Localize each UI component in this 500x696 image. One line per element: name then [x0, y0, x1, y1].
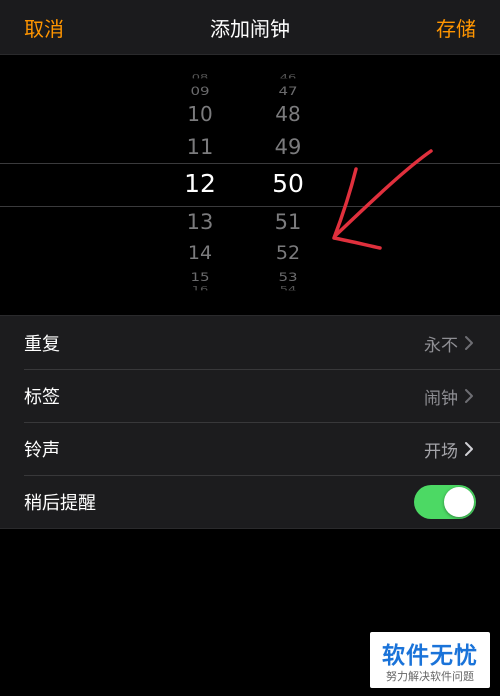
- selected-minute[interactable]: 50: [253, 169, 323, 198]
- snooze-toggle[interactable]: [414, 485, 476, 519]
- label-value: 闹钟: [424, 389, 458, 409]
- chevron-right-icon: [465, 336, 473, 350]
- hour-option[interactable]: 11: [165, 135, 235, 159]
- hour-option[interactable]: 16: [165, 286, 235, 291]
- minute-option[interactable]: 53: [253, 270, 323, 284]
- alarm-settings-list: 重复 永不 标签 闹钟 铃声 开场 稍后提醒: [0, 315, 500, 529]
- page-title: 添加闹钟: [210, 17, 290, 41]
- minute-option[interactable]: 46: [253, 74, 323, 79]
- watermark-logo: 软件无忧 努力解决软件问题: [370, 632, 490, 688]
- selected-hour[interactable]: 12: [165, 169, 235, 198]
- sound-row[interactable]: 铃声 开场: [0, 422, 500, 475]
- minute-option[interactable]: 51: [253, 210, 323, 234]
- hour-option[interactable]: 08: [165, 74, 235, 79]
- navigation-bar: 取消 添加闹钟 存储: [0, 0, 500, 55]
- minute-option[interactable]: 54: [253, 286, 323, 291]
- label-row[interactable]: 标签 闹钟: [0, 369, 500, 422]
- minute-option[interactable]: 48: [253, 102, 323, 126]
- toggle-knob: [444, 487, 474, 517]
- hour-option[interactable]: 14: [165, 242, 235, 264]
- label-label: 标签: [24, 387, 60, 408]
- red-arrow-annotation: [332, 149, 433, 250]
- minute-option[interactable]: 47: [253, 84, 323, 98]
- sound-label: 铃声: [24, 440, 60, 461]
- minute-option[interactable]: 52: [253, 242, 323, 264]
- hour-option[interactable]: 13: [165, 210, 235, 234]
- watermark-title: 软件无忧: [382, 643, 478, 669]
- add-alarm-screen: 取消 添加闹钟 存储 08 09 10 11 12 13 14 15 16 46…: [0, 0, 500, 696]
- sound-value: 开场: [424, 442, 458, 462]
- repeat-value: 永不: [424, 336, 458, 356]
- save-button[interactable]: 存储: [436, 13, 476, 42]
- repeat-label: 重复: [24, 334, 60, 355]
- watermark-subtitle: 努力解决软件问题: [386, 670, 474, 683]
- hour-option[interactable]: 15: [165, 270, 235, 284]
- snooze-label: 稍后提醒: [24, 493, 96, 514]
- hour-wheel[interactable]: 08 09 10 11 12 13 14 15 16: [165, 55, 235, 311]
- minute-option[interactable]: 49: [253, 135, 323, 159]
- repeat-row[interactable]: 重复 永不: [0, 316, 500, 369]
- hour-option[interactable]: 10: [165, 102, 235, 126]
- snooze-row: 稍后提醒: [0, 475, 500, 528]
- minute-wheel[interactable]: 46 47 48 49 50 51 52 53 54: [253, 55, 323, 311]
- chevron-right-icon: [465, 389, 473, 403]
- chevron-right-icon: [465, 442, 473, 456]
- time-picker[interactable]: 08 09 10 11 12 13 14 15 16 46 47 48 49 5…: [0, 55, 500, 311]
- hour-option[interactable]: 09: [165, 84, 235, 98]
